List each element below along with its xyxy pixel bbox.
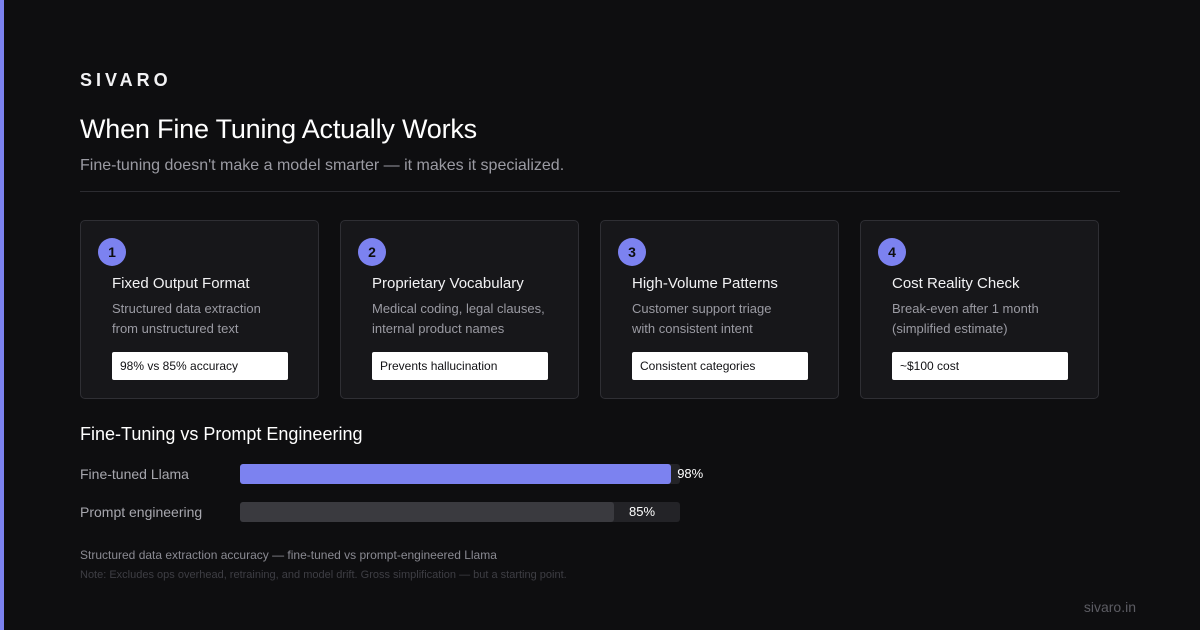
- bar-value-label: 98%: [677, 466, 704, 481]
- chart-caption: Structured data extraction accuracy — fi…: [80, 548, 497, 562]
- card-description-line: (simplified estimate): [892, 321, 1008, 336]
- card-description: Medical coding, legal clauses, internal …: [372, 299, 562, 339]
- use-case-card: 2 Proprietary Vocabulary Medical coding,…: [340, 220, 579, 399]
- card-title: Cost Reality Check: [892, 275, 1020, 292]
- card-description: Customer support triage with consistent …: [632, 299, 822, 339]
- card-description-line: from unstructured text: [112, 321, 239, 336]
- card-highlight-tag: 98% vs 85% accuracy: [112, 352, 288, 380]
- card-description: Structured data extraction from unstruct…: [112, 299, 302, 339]
- card-description-line: Break-even after 1 month: [892, 301, 1039, 316]
- card-description-line: Customer support triage: [632, 301, 772, 316]
- card-number-badge: 4: [878, 238, 906, 266]
- use-case-card: 3 High-Volume Patterns Customer support …: [600, 220, 839, 399]
- bar-value-label: 85%: [629, 504, 656, 519]
- bar-label: Prompt engineering: [80, 504, 203, 520]
- card-title: High-Volume Patterns: [632, 275, 778, 292]
- page-subtitle: Fine-tuning doesn't make a model smarter…: [80, 157, 565, 174]
- card-title: Proprietary Vocabulary: [372, 275, 524, 292]
- footer-url: sivaro.in: [1083, 599, 1136, 615]
- bar-fill: [240, 502, 614, 522]
- card-description-line: with consistent intent: [632, 321, 753, 336]
- comparison-bar-row: Fine-tuned Llama 98%: [80, 464, 780, 484]
- card-title: Fixed Output Format: [112, 275, 250, 292]
- comparison-title: Fine-Tuning vs Prompt Engineering: [80, 424, 363, 444]
- footnote: Note: Excludes ops overhead, retraining,…: [80, 569, 567, 581]
- card-highlight-tag: ~$100 cost: [892, 352, 1068, 380]
- card-highlight-tag: Prevents hallucination: [372, 352, 548, 380]
- header-divider: [80, 191, 1120, 192]
- card-number-badge: 3: [618, 238, 646, 266]
- card-highlight-tag: Consistent categories: [632, 352, 808, 380]
- use-case-card: 4 Cost Reality Check Break-even after 1 …: [860, 220, 1099, 399]
- card-number-badge: 2: [358, 238, 386, 266]
- use-case-card: 1 Fixed Output Format Structured data ex…: [80, 220, 319, 399]
- card-description-line: Medical coding, legal clauses,: [372, 301, 545, 316]
- bar-track: [240, 502, 680, 522]
- card-number-badge: 1: [98, 238, 126, 266]
- brand-logo: SIVARO: [80, 70, 172, 90]
- card-description: Break-even after 1 month (simplified est…: [892, 299, 1082, 339]
- bar-label: Fine-tuned Llama: [80, 466, 189, 482]
- use-case-cards: 1 Fixed Output Format Structured data ex…: [80, 220, 1121, 400]
- bar-track: [240, 464, 680, 484]
- left-accent-bar: [0, 0, 4, 630]
- card-description-line: internal product names: [372, 321, 505, 336]
- comparison-bar-row: Prompt engineering 85%: [80, 502, 780, 522]
- bar-fill: [240, 464, 672, 484]
- card-description-line: Structured data extraction: [112, 301, 261, 316]
- page-title: When Fine Tuning Actually Works: [80, 114, 477, 144]
